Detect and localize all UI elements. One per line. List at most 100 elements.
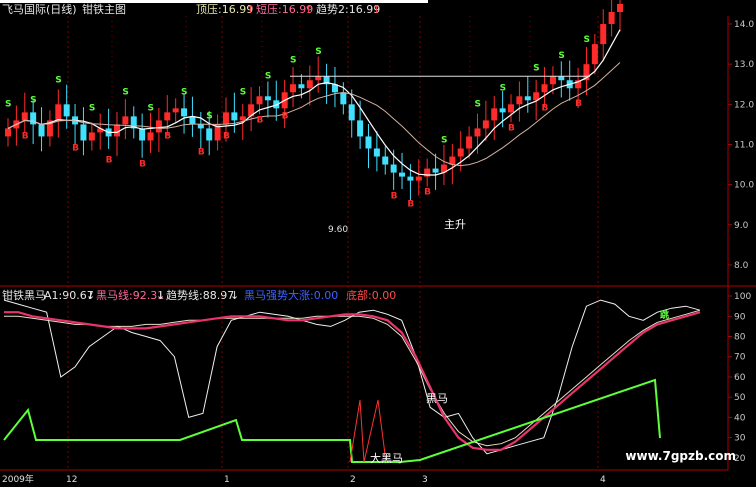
candle-body <box>21 112 28 121</box>
green-mark-label: 跳 <box>660 309 669 321</box>
candle-body <box>189 116 196 125</box>
candle-body <box>365 136 372 149</box>
buy-signal: B <box>164 131 171 141</box>
candle-body <box>516 96 523 105</box>
candle-body <box>298 84 305 89</box>
sell-signal: S <box>265 71 271 81</box>
sell-signal: S <box>5 99 11 109</box>
candle-body <box>357 120 364 137</box>
candle-body <box>181 108 188 117</box>
candle-body <box>608 11 615 25</box>
date-label: 1 <box>224 475 230 485</box>
candle-body <box>239 116 246 121</box>
candle-body <box>508 104 515 113</box>
low-value-label: 9.60 <box>328 225 348 235</box>
buy-signal: B <box>508 123 515 133</box>
sell-signal: S <box>558 51 564 61</box>
sell-signal: S <box>55 75 61 85</box>
daheima-label: 大黑马 <box>370 451 403 465</box>
chart-canvas: 14.0 13.0 12.0 11.0 10.0 9.0 8.0 100 90 80 70 60 50 4… <box>0 0 756 485</box>
sell-signal: S <box>583 35 589 45</box>
buy-signal: B <box>22 131 29 141</box>
date-label: 2009年 <box>2 473 34 485</box>
candle-body <box>340 92 347 105</box>
buy-signal: B <box>106 155 113 165</box>
candle-body <box>290 84 297 93</box>
indicator-tick-label: 60 <box>734 373 746 383</box>
buy-signal: B <box>282 111 289 121</box>
buy-signal: B <box>223 131 230 141</box>
candle-body <box>415 176 422 181</box>
sell-signal: S <box>181 87 187 97</box>
candle-body <box>113 124 120 137</box>
indicator-tick-label: 50 <box>734 393 746 403</box>
candle-body <box>88 132 95 141</box>
buy-signal: B <box>575 99 582 109</box>
candle-body <box>5 128 11 137</box>
buy-signal: B <box>391 192 398 202</box>
candle-body <box>155 120 162 133</box>
price-tick-label: 14.0 <box>734 20 754 30</box>
candle-body <box>499 108 506 113</box>
indicator-tick-label: 70 <box>734 353 746 363</box>
candle-body <box>558 76 565 81</box>
candle-body <box>600 24 607 45</box>
candle-body <box>390 164 397 173</box>
candle-body <box>373 148 380 157</box>
indicator-tick-label: 90 <box>734 312 746 322</box>
candle-body <box>164 112 171 121</box>
candle-body <box>147 132 154 141</box>
indicator-tick-label: 80 <box>734 333 746 343</box>
price-tick-label: 10.0 <box>734 181 754 191</box>
buy-signal: B <box>542 103 549 113</box>
indicator-tick-label: 40 <box>734 413 746 423</box>
buy-signal: B <box>139 159 146 169</box>
candle-body <box>524 96 531 101</box>
candle-body <box>264 96 271 101</box>
candle-body <box>55 104 62 121</box>
buy-signal: B <box>257 115 264 125</box>
buy-signal: B <box>424 188 431 198</box>
candle-body <box>206 128 213 141</box>
candle-body <box>591 44 598 65</box>
main-rise-label: 主升 <box>444 218 466 231</box>
sell-signal: S <box>315 47 321 57</box>
sell-signal: S <box>500 83 506 93</box>
candle-body <box>457 148 464 157</box>
candle-body <box>474 128 481 137</box>
candle-body <box>348 104 355 121</box>
sell-signal: S <box>533 63 539 73</box>
date-label: 12 <box>66 475 77 485</box>
candle-body <box>63 104 70 117</box>
sell-signal: S <box>240 87 246 97</box>
candle-body <box>80 124 87 141</box>
indicator-tick-label: 30 <box>734 434 746 444</box>
price-tick-label: 11.0 <box>734 140 754 150</box>
stock-chart-window: 飞马国际(日线) 钳铁主图 顶压:16.99 ↑ 短压:16.99 ↑ 趋势2:… <box>0 0 756 487</box>
buy-signal: B <box>72 143 79 153</box>
sell-signal: S <box>290 55 296 65</box>
buy-signal: B <box>198 147 205 157</box>
candle-body <box>407 176 414 181</box>
candle-body <box>306 80 313 89</box>
candle-body <box>315 76 322 81</box>
watermark: www.7gpzb.com <box>625 449 736 463</box>
date-label: 4 <box>600 475 606 485</box>
trendline-line <box>4 309 701 447</box>
candle-body <box>139 128 146 141</box>
candle-body <box>617 3 623 12</box>
candle-body <box>466 136 473 149</box>
buy-signal: B <box>407 200 414 210</box>
sell-signal: S <box>122 87 128 97</box>
candle-body <box>222 112 229 125</box>
candle-body <box>256 96 263 105</box>
candle-body <box>122 116 129 125</box>
candle-body <box>382 156 389 165</box>
price-tick-label: 8.0 <box>734 261 749 271</box>
date-label: 2 <box>350 475 356 485</box>
candle-body <box>491 108 498 121</box>
sell-signal: S <box>89 103 95 113</box>
candle-body <box>172 108 179 113</box>
sell-signal: S <box>474 99 480 109</box>
candle-body <box>482 120 489 129</box>
